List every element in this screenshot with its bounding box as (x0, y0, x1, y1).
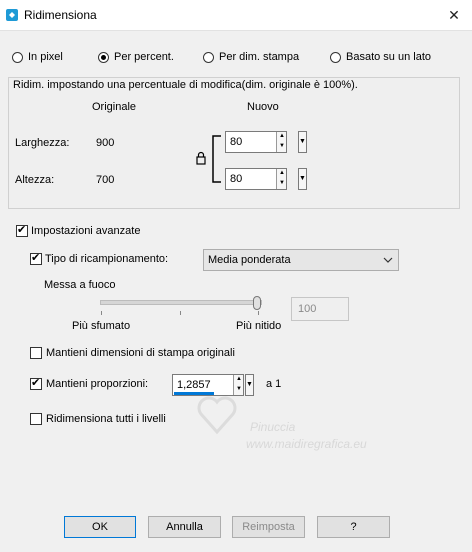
width-new-input[interactable]: 80 ▲ ▼ (225, 131, 287, 153)
advanced-settings-label: Impostazioni avanzate (31, 225, 141, 237)
width-original-value: 900 (96, 137, 115, 149)
width-dropdown-button[interactable]: ▼ (298, 131, 307, 153)
focus-max-label: Più nitido (236, 320, 282, 332)
app-icon (5, 8, 19, 22)
spin-up-icon[interactable]: ▲ (277, 132, 287, 141)
resample-value: Media ponderata (208, 254, 291, 266)
keep-ratio-label: Mantieni proporzioni: (46, 378, 149, 390)
height-new-input[interactable]: 80 ▲ ▼ (225, 168, 287, 190)
width-new-value: 80 (230, 136, 243, 148)
width-label: Larghezza: (15, 137, 70, 149)
resample-label: Tipo di ricampionamento: (45, 253, 169, 265)
width-spinner[interactable]: ▲ ▼ (276, 132, 286, 152)
ratio-dropdown-button[interactable]: ▼ (245, 374, 254, 396)
advanced-settings-checkbox[interactable] (16, 223, 28, 237)
height-new-value: 80 (230, 173, 243, 185)
resize-all-layers-label: Ridimensiona tutti i livelli (46, 413, 166, 425)
focus-value-field: 100 (291, 297, 349, 321)
ratio-value: 1,2857 (177, 379, 211, 391)
slider-tick (180, 311, 181, 315)
lock-icon[interactable] (196, 151, 206, 165)
resample-checkbox[interactable] (30, 251, 42, 265)
focus-slider-track[interactable] (100, 300, 262, 305)
radio-per-percent[interactable] (98, 52, 109, 63)
spin-up-icon[interactable]: ▲ (234, 375, 244, 384)
keep-ratio-checkbox[interactable] (30, 376, 42, 390)
spin-down-icon[interactable]: ▼ (277, 179, 287, 188)
new-header: Nuovo (247, 101, 279, 113)
slider-tick (101, 311, 102, 315)
focus-label: Messa a fuoco (44, 279, 116, 291)
close-button[interactable]: ✕ (436, 0, 472, 30)
radio-one-side[interactable] (330, 52, 341, 63)
radio-in-pixel-label: In pixel (28, 51, 63, 63)
height-original-value: 700 (96, 174, 115, 186)
focus-slider-thumb[interactable] (253, 296, 261, 310)
chevron-down-icon (382, 254, 394, 266)
height-label: Altezza: (15, 174, 55, 186)
height-spinner[interactable]: ▲ ▼ (276, 169, 286, 189)
radio-per-percent-label: Per percent. (114, 51, 174, 63)
help-button[interactable]: ? (317, 516, 390, 538)
link-bracket (208, 134, 222, 184)
radio-one-side-label: Basato su un lato (346, 51, 432, 63)
percent-group-caption: Ridim. impostando una percentuale di mod… (13, 79, 358, 91)
reset-button[interactable]: Reimposta (232, 516, 305, 538)
resize-all-layers-checkbox[interactable] (30, 413, 42, 425)
resample-dropdown[interactable]: Media ponderata (203, 249, 399, 271)
spin-down-icon[interactable]: ▼ (277, 142, 287, 151)
radio-print-size-label: Per dim. stampa (219, 51, 300, 63)
original-header: Originale (92, 101, 137, 113)
watermark-url: www.maidiregrafica.eu (246, 437, 367, 451)
radio-in-pixel[interactable] (12, 52, 23, 63)
keep-print-size-label: Mantieni dimensioni di stampa originali (46, 347, 235, 359)
radio-print-size[interactable] (203, 52, 214, 63)
focus-min-label: Più sfumato (72, 320, 131, 332)
watermark-name: Pinuccia (250, 420, 296, 434)
focus-value: 100 (298, 303, 317, 315)
ratio-suffix: a 1 (266, 378, 282, 390)
window-title: Ridimensiona (24, 8, 97, 22)
heart-watermark-icon (195, 392, 239, 436)
height-dropdown-button[interactable]: ▼ (298, 168, 307, 190)
spin-up-icon[interactable]: ▲ (277, 169, 287, 178)
keep-print-size-checkbox[interactable] (30, 347, 42, 359)
cancel-button[interactable]: Annulla (148, 516, 221, 538)
slider-tick (258, 311, 259, 315)
ok-button[interactable]: OK (64, 516, 136, 538)
